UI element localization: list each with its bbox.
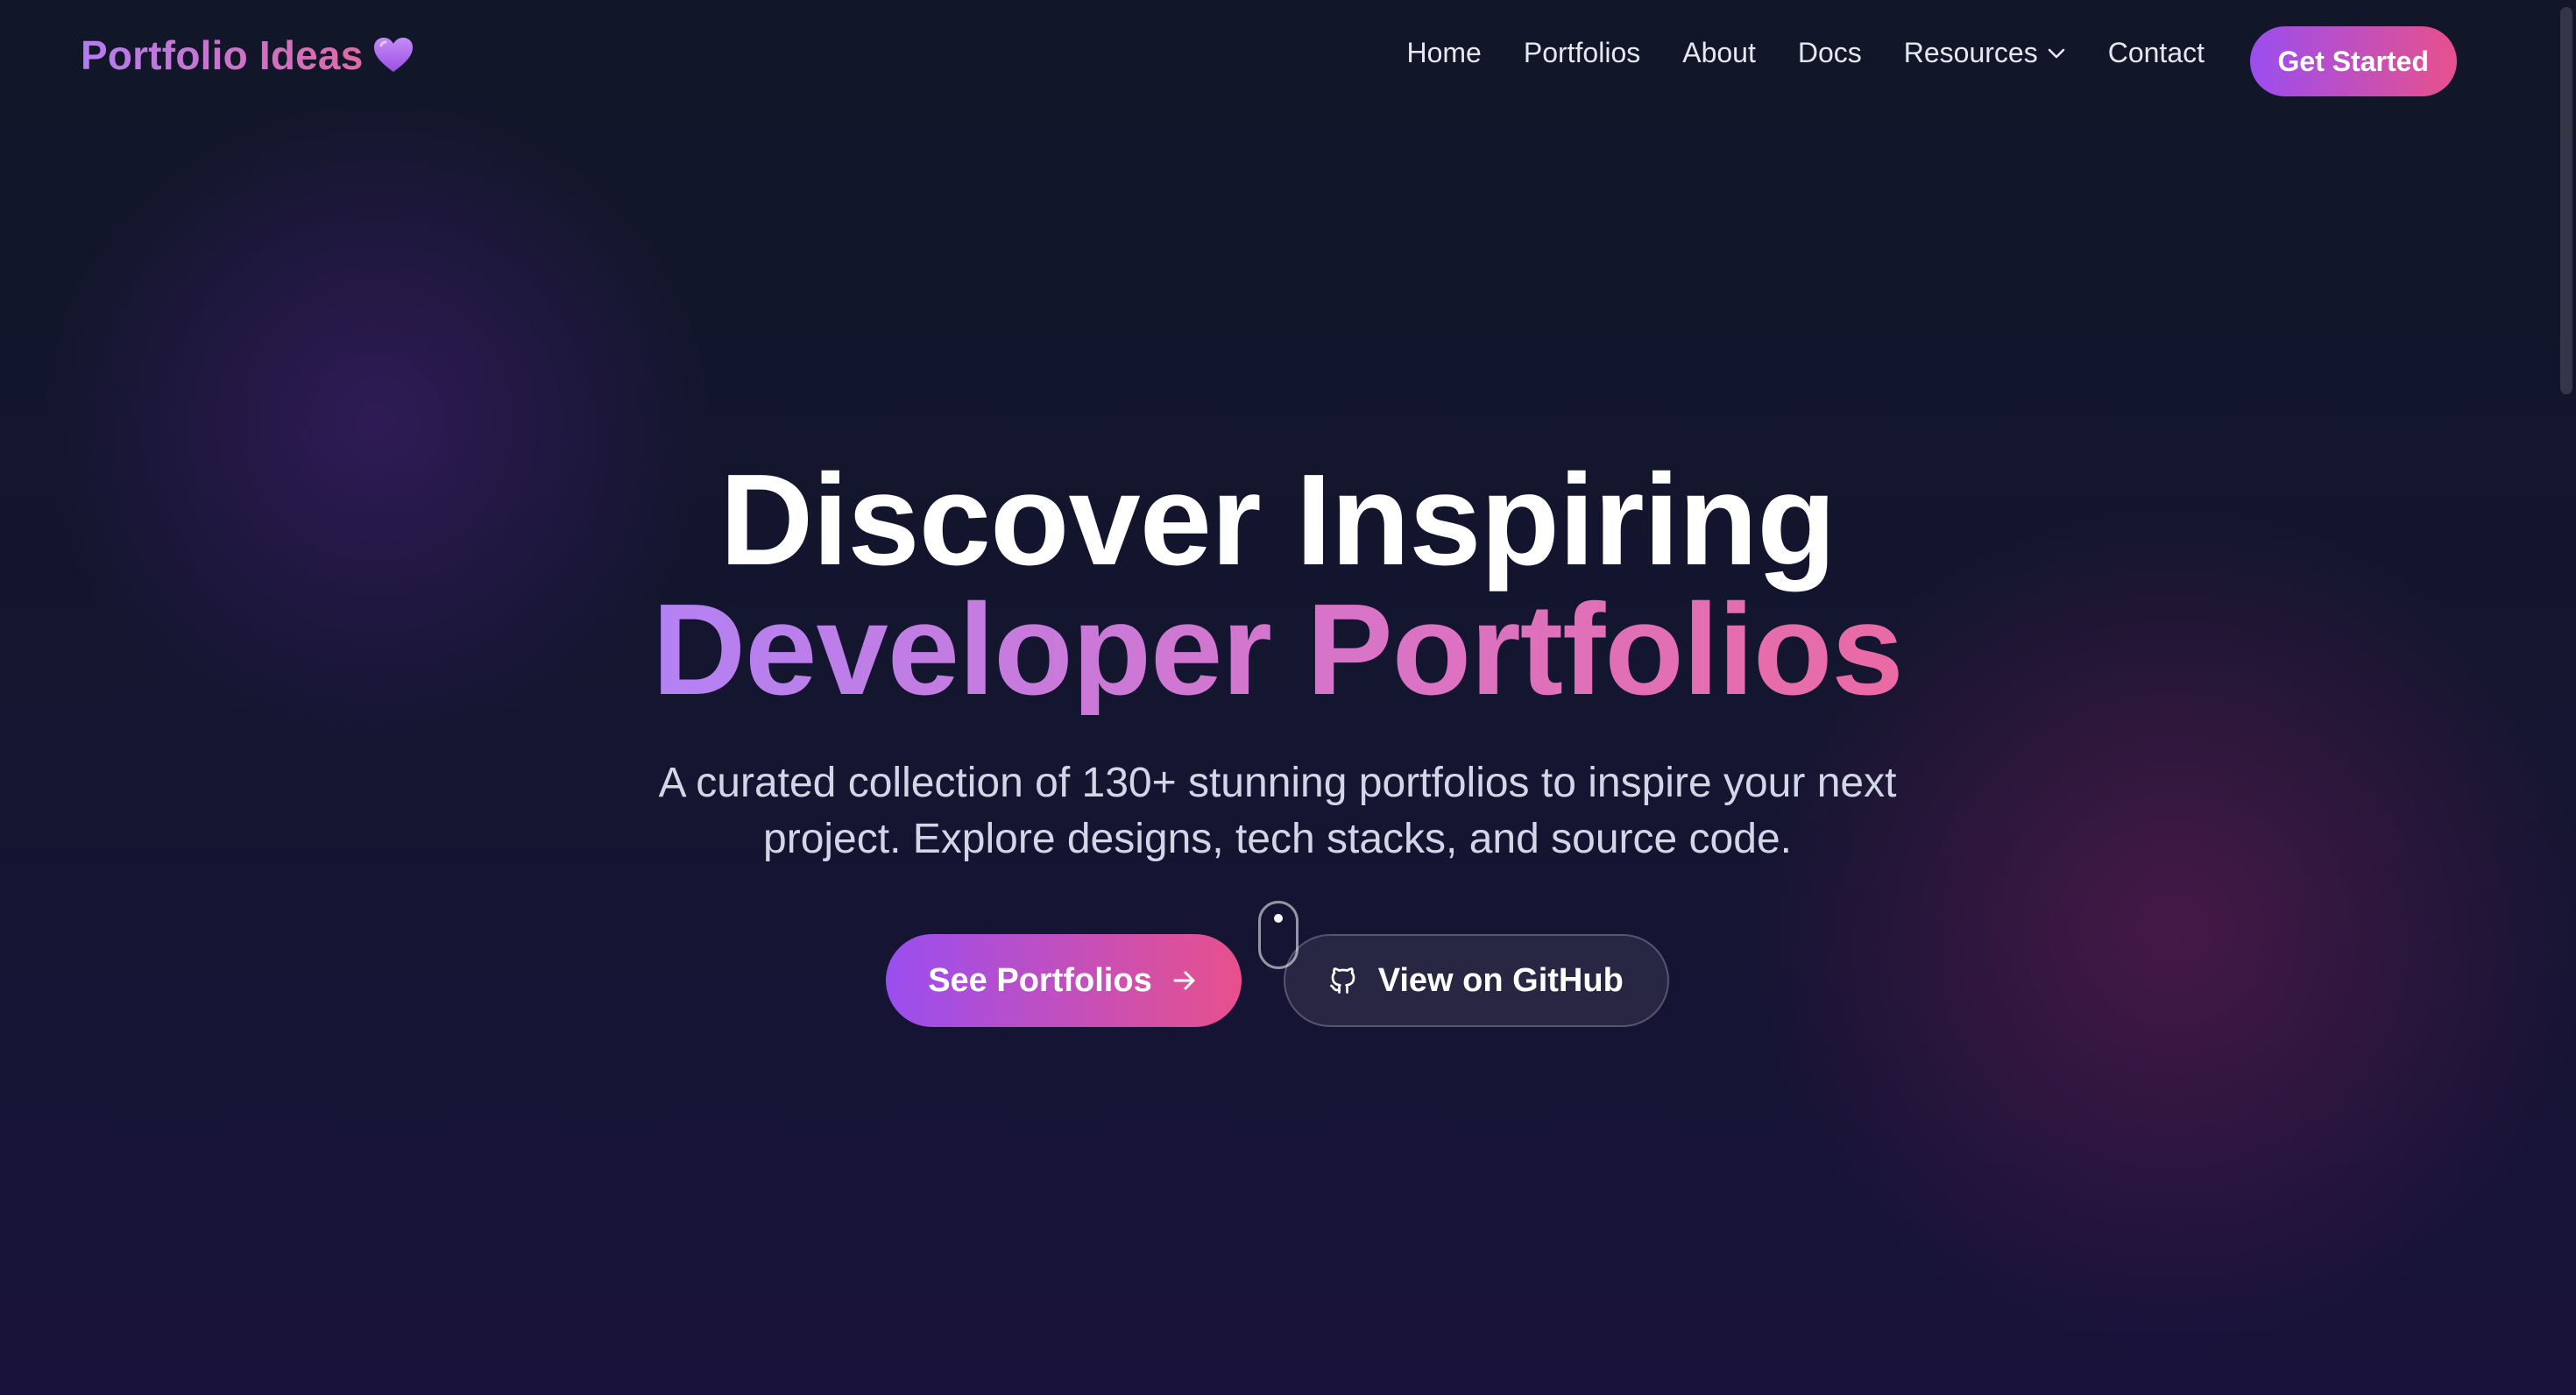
- scrollbar-thumb[interactable]: [2560, 7, 2572, 394]
- nav-link-label: Portfolios: [1523, 37, 1641, 68]
- nav-link-label: Docs: [1797, 37, 1862, 68]
- brand-logo[interactable]: Portfolio Ideas: [81, 32, 414, 79]
- see-portfolios-button[interactable]: See Portfolios: [886, 934, 1242, 1027]
- scroll-dot: [1274, 914, 1283, 923]
- hero-title-line1: Discover Inspiring: [719, 448, 1836, 592]
- get-started-button[interactable]: Get Started: [2249, 26, 2457, 96]
- nav-link-label: Resources: [1903, 37, 2038, 68]
- hero-section: Discover Inspiring Developer Portfolios …: [0, 456, 2555, 867]
- view-on-github-label: View on GitHub: [1377, 961, 1624, 999]
- purple-heart-icon: [373, 37, 414, 74]
- nav-link-label: Contact: [2107, 37, 2204, 68]
- hero-subtitle: A curated collection of 130+ stunning po…: [658, 760, 1897, 862]
- hero-title-line2: Developer Portfolios: [652, 577, 1903, 722]
- brand-name: Portfolio Ideas: [81, 32, 364, 78]
- nav-dropdown-resources[interactable]: Resources: [1904, 37, 2066, 69]
- nav-link-portfolios[interactable]: Portfolios: [1524, 37, 1640, 69]
- nav-link-contact[interactable]: Contact: [2108, 37, 2204, 69]
- page-scrollbar[interactable]: [2555, 0, 2576, 1395]
- top-navigation: Portfolio Ideas Home Portfolios About Do…: [0, 0, 2555, 123]
- hero-actions: See Portfolios View on GitHub: [0, 934, 2555, 1027]
- get-started-label: Get Started: [2277, 45, 2429, 77]
- nav-link-label: Home: [1406, 37, 1482, 68]
- github-icon: [1327, 965, 1359, 996]
- arrow-right-icon: [1171, 968, 1198, 993]
- hero-title: Discover Inspiring Developer Portfolios: [0, 456, 2555, 715]
- nav-links: Home Portfolios About Docs Resources Con…: [1406, 37, 2204, 69]
- nav-link-docs[interactable]: Docs: [1798, 37, 1862, 69]
- nav-link-label: About: [1682, 37, 1756, 68]
- nav-link-about[interactable]: About: [1682, 37, 1756, 69]
- see-portfolios-label: See Portfolios: [928, 961, 1152, 999]
- chevron-down-icon: [2047, 47, 2066, 60]
- nav-link-home[interactable]: Home: [1406, 37, 1481, 69]
- view-on-github-button[interactable]: View on GitHub: [1283, 934, 1669, 1027]
